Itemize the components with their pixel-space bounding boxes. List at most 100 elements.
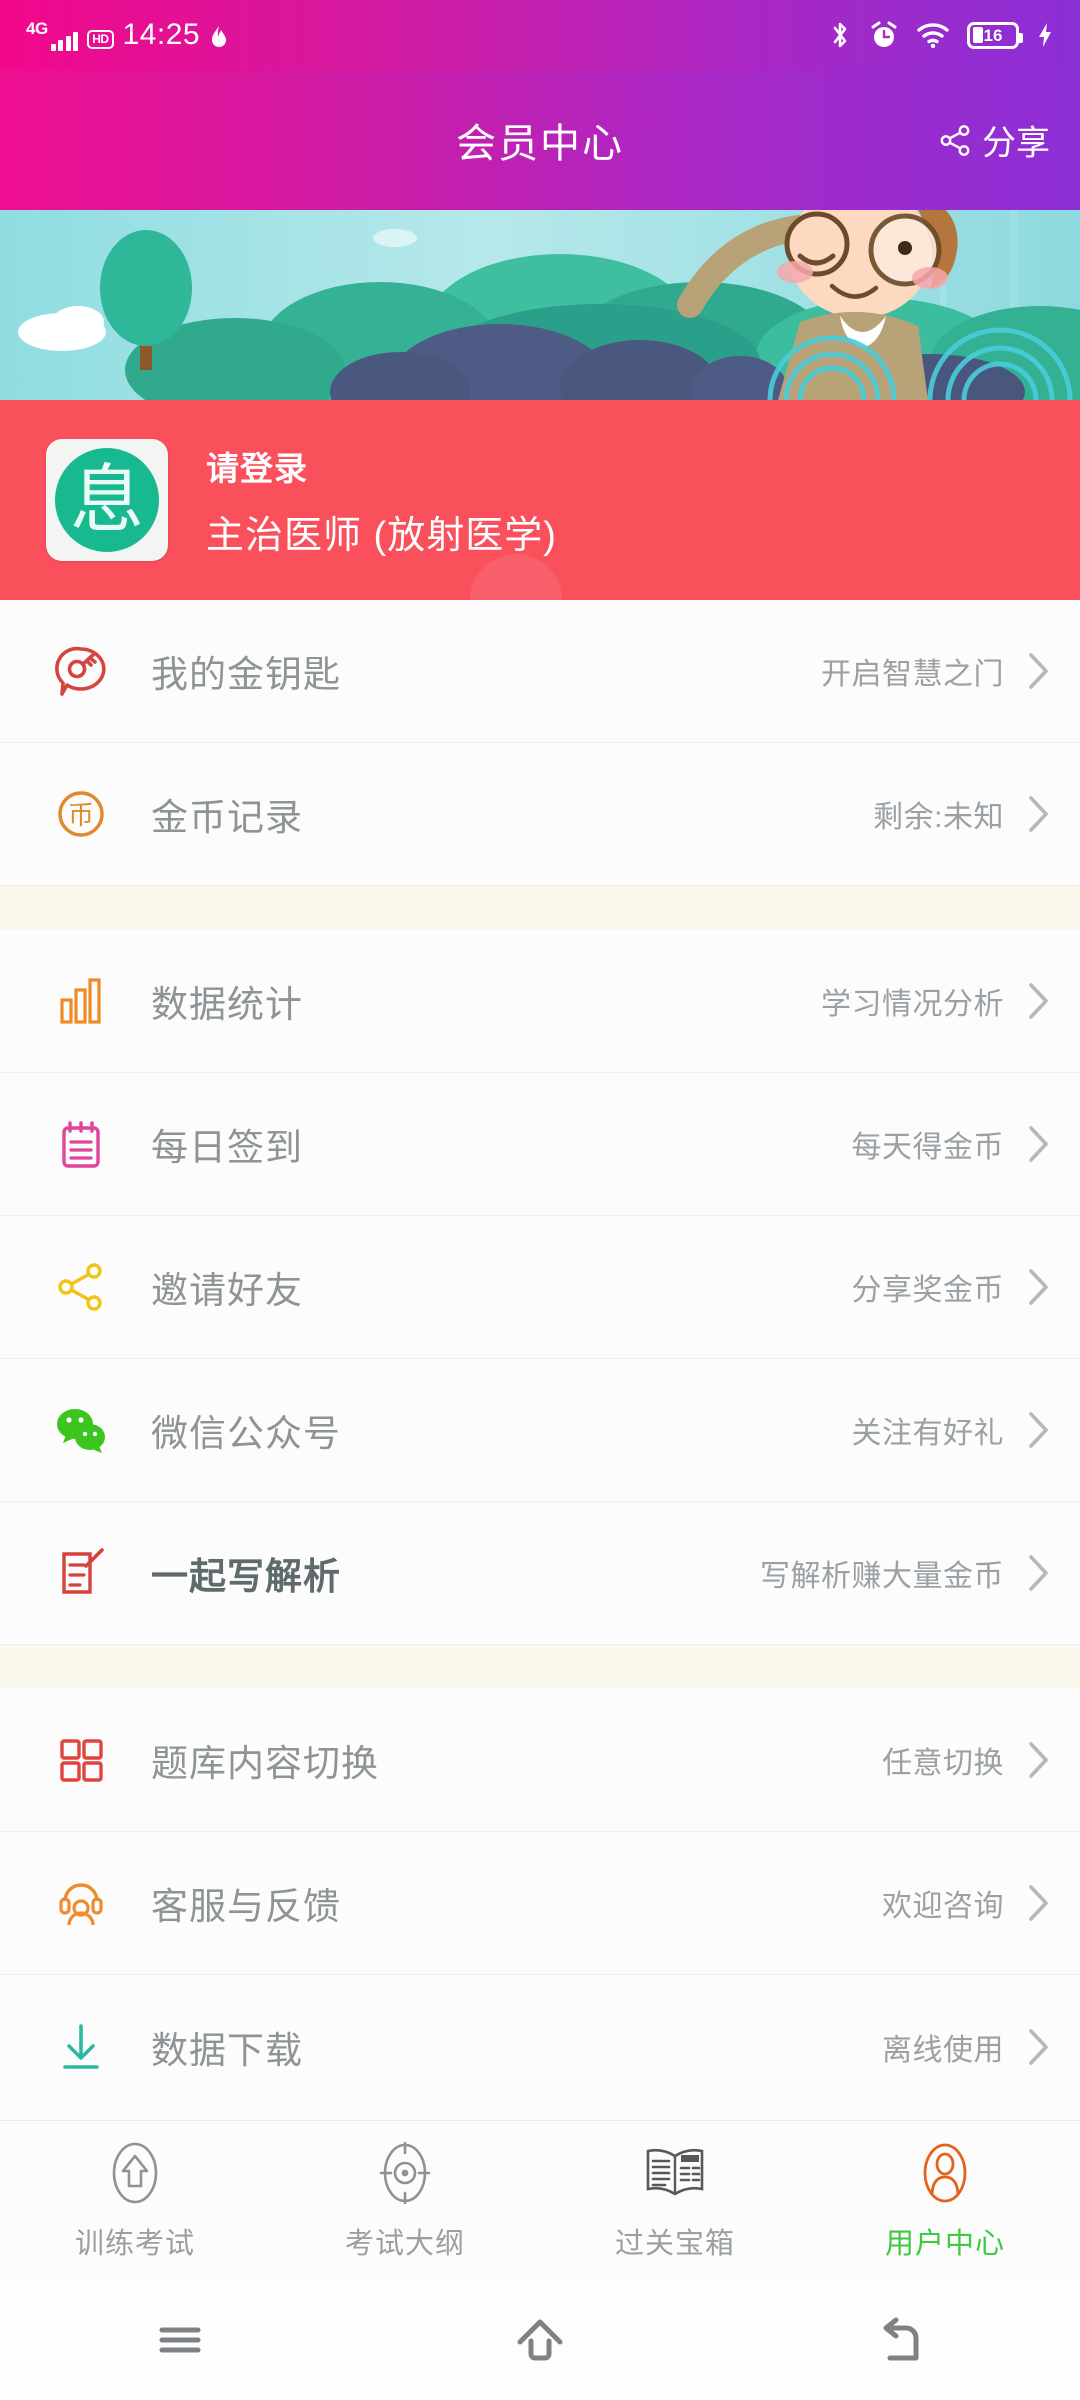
- menu-item-daily-checkin[interactable]: 每日签到 每天得金币: [0, 1073, 1080, 1216]
- menu-item-wechat-official[interactable]: 微信公众号 关注有好礼: [0, 1359, 1080, 1502]
- tab-exam-syllabus[interactable]: 考试大纲: [270, 2140, 540, 2262]
- menu-item-hint: 任意切换: [882, 1747, 1004, 1780]
- calendar-checkin-icon: [50, 1113, 112, 1175]
- user-person-icon: [912, 2140, 978, 2206]
- menu-item-label: 金币记录: [151, 797, 303, 838]
- svg-text:币: 币: [68, 801, 94, 831]
- page-title: 会员中心: [456, 122, 624, 166]
- chevron-right-icon: [1029, 653, 1048, 689]
- menu-item-hint: 剩余:未知: [873, 801, 1004, 834]
- chevron-right-icon: [1029, 1412, 1048, 1448]
- menu-item-label: 微信公众号: [151, 1413, 341, 1454]
- tab-label: 训练考试: [74, 2227, 195, 2260]
- avatar-glyph: 息: [55, 448, 159, 552]
- back-button[interactable]: [840, 2280, 960, 2400]
- share-icon: [940, 124, 970, 156]
- menu-item-hint: 离线使用: [882, 2033, 1004, 2067]
- status-bar-right: 16: [828, 20, 1054, 50]
- battery-percent-label: 16: [983, 25, 1003, 45]
- tab-label: 过关宝箱: [614, 2227, 735, 2260]
- menu-list: 我的金钥匙 开启智慧之门 币 金币记录 剩余:未知 数据统计 学习情况分析 每日…: [0, 600, 1080, 2120]
- profile-card[interactable]: 息 请登录 主治医师 (放射医学): [0, 400, 1080, 600]
- menu-icon: [159, 2327, 201, 2353]
- status-bar-left: 4G HD 14:25: [26, 17, 229, 51]
- alarm-icon: [871, 21, 897, 47]
- profile-role: 主治医师 (放射医学): [206, 514, 557, 557]
- signal-icon: 4G: [26, 18, 79, 51]
- menu-item-label: 一起写解析: [151, 1556, 341, 1597]
- banner-artwork: [0, 210, 1080, 400]
- menu-item-switch-question-bank[interactable]: 题库内容切换 任意切换: [0, 1689, 1080, 1832]
- chevron-right-icon: [1029, 1885, 1048, 1921]
- tab-user-center[interactable]: 用户中心: [810, 2140, 1080, 2262]
- recents-button[interactable]: [120, 2280, 240, 2400]
- tab-treasure-box[interactable]: 过关宝箱: [540, 2140, 810, 2262]
- tab-label: 用户中心: [884, 2227, 1005, 2260]
- menu-item-hint: 写解析赚大量金币: [760, 1560, 1004, 1593]
- home-exam-icon: [102, 2140, 168, 2206]
- group-separator: [0, 1645, 1080, 1689]
- tab-training-exam[interactable]: 训练考试: [0, 2140, 270, 2262]
- menu-item-write-analysis[interactable]: 一起写解析 写解析赚大量金币: [0, 1502, 1080, 1645]
- menu-item-my-golden-key[interactable]: 我的金钥匙 开启智慧之门: [0, 600, 1080, 743]
- menu-item-hint: 欢迎咨询: [882, 1890, 1004, 1923]
- app-header: 会员中心 分享: [0, 70, 1080, 210]
- menu-item-label: 题库内容切换: [151, 1743, 379, 1784]
- android-nav-bar: [0, 2280, 1080, 2400]
- key-bubble-icon: [50, 640, 112, 702]
- menu-item-data-download[interactable]: 数据下载 离线使用: [0, 1975, 1080, 2118]
- edit-note-icon: [50, 1542, 112, 1604]
- menu-item-coin-record[interactable]: 币 金币记录 剩余:未知: [0, 743, 1080, 886]
- menu-item-label: 每日签到: [151, 1127, 303, 1168]
- coin-icon: 币: [50, 783, 112, 845]
- news-book-icon: [642, 2140, 708, 2206]
- menu-item-customer-service[interactable]: 客服与反馈 欢迎咨询: [0, 1832, 1080, 1975]
- menu-item-hint: 关注有好礼: [851, 1417, 1004, 1450]
- signal-bars-icon: [50, 29, 79, 51]
- menu-item-label: 客服与反馈: [151, 1886, 341, 1927]
- chevron-right-icon: [1029, 796, 1048, 832]
- target-outline-icon: [372, 2140, 438, 2206]
- group-separator: [0, 886, 1080, 930]
- download-icon: [50, 2016, 112, 2078]
- flame-icon: [212, 25, 227, 47]
- menu-item-data-statistics[interactable]: 数据统计 学习情况分析: [0, 930, 1080, 1073]
- bar-chart-icon: [50, 970, 112, 1032]
- tab-label: 考试大纲: [344, 2227, 465, 2260]
- menu-item-label: 数据下载: [151, 2029, 303, 2071]
- bottom-tab-bar: 训练考试 考试大纲 过关宝箱 用户中心: [0, 2120, 1080, 2280]
- grid-squares-icon: [50, 1729, 112, 1791]
- member-center-screen: 4G HD 14:25 16 会员中心 分享 息 请登录 主治医师 (放射医学)…: [0, 0, 1080, 2400]
- menu-item-invite-friends[interactable]: 邀请好友 分享奖金币: [0, 1216, 1080, 1359]
- banner-illustration: [0, 210, 1080, 400]
- home-button[interactable]: [480, 2280, 600, 2400]
- menu-item-hint: 开启智慧之门: [821, 658, 1004, 691]
- chevron-right-icon: [1029, 1126, 1048, 1162]
- bluetooth-icon: [833, 22, 847, 48]
- network-type-label: 4G: [26, 18, 48, 38]
- share-label: 分享: [982, 124, 1050, 163]
- battery-icon: 16: [967, 21, 1023, 49]
- back-icon: [883, 2317, 919, 2361]
- menu-item-label: 数据统计: [151, 984, 303, 1025]
- decorative-bubble: [470, 554, 562, 600]
- menu-item-hint: 分享奖金币: [851, 1274, 1004, 1307]
- wechat-icon: [50, 1399, 112, 1461]
- chevron-right-icon: [1029, 1269, 1048, 1305]
- hd-icon: HD: [87, 29, 114, 49]
- wifi-icon: [917, 23, 949, 49]
- customer-service-icon: [50, 1872, 112, 1934]
- share-button[interactable]: 分享: [939, 116, 1050, 165]
- avatar[interactable]: 息: [46, 439, 168, 561]
- menu-item-label: 邀请好友: [151, 1270, 303, 1311]
- chevron-right-icon: [1029, 1742, 1048, 1778]
- chevron-right-icon: [1029, 983, 1048, 1019]
- menu-item-hint: 学习情况分析: [821, 988, 1004, 1021]
- status-bar-clock: 14:25: [122, 17, 201, 51]
- chevron-right-icon: [1029, 1555, 1048, 1591]
- chevron-right-icon: [1029, 2028, 1048, 2065]
- profile-info: 请登录 主治医师 (放射医学): [206, 442, 557, 559]
- login-prompt[interactable]: 请登录: [206, 442, 557, 490]
- menu-item-hint: 每天得金币: [851, 1131, 1004, 1164]
- charging-bolt-icon: [1039, 23, 1051, 47]
